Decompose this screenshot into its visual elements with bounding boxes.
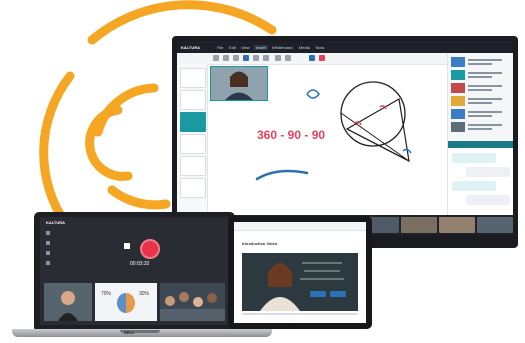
video-progress-bar[interactable] (242, 313, 358, 315)
slide-percent-right: 30% (139, 291, 150, 297)
slide-thumbnail[interactable] (180, 178, 206, 198)
participant-tile[interactable] (477, 217, 513, 233)
eraser-icon[interactable] (233, 55, 239, 61)
shape-icon[interactable] (243, 55, 249, 61)
record-button[interactable] (140, 239, 160, 259)
slide-thumbnail[interactable] (180, 156, 206, 176)
stop-icon[interactable] (124, 243, 130, 249)
whiteboard-equation: 360 - 90 - 90 (257, 128, 326, 142)
chat-header (448, 141, 513, 148)
tablet-video-title: Introduction Video (242, 241, 278, 246)
select-icon[interactable] (263, 55, 269, 61)
undo-icon[interactable] (275, 55, 281, 61)
color-blue-icon[interactable] (309, 55, 315, 61)
laptop-sidebar (46, 231, 50, 291)
redo-icon[interactable] (285, 55, 291, 61)
webcam-panel[interactable] (44, 283, 92, 321)
menu-whiteboard[interactable]: Whiteboard (272, 45, 292, 50)
slides-panel-laptop[interactable]: 70% 30% (95, 283, 157, 321)
slide-thumbnail[interactable] (180, 68, 206, 88)
chat-message (466, 167, 510, 177)
menu-insert[interactable]: Insert (254, 45, 269, 50)
list-item[interactable] (451, 96, 511, 107)
audience-panel[interactable] (160, 283, 225, 321)
pen-icon[interactable] (213, 55, 219, 61)
chat-message (452, 181, 496, 191)
lecture-video (242, 253, 358, 311)
slide-percent-left: 70% (101, 291, 112, 297)
laptop-brand: DELL (124, 330, 135, 335)
menu-media[interactable]: Media (299, 45, 310, 50)
record-timer: 00:03:32 (130, 261, 150, 267)
chat-panel (447, 141, 513, 221)
menu-file[interactable]: File (217, 45, 223, 50)
highlighter-icon[interactable] (223, 55, 229, 61)
menu-edit[interactable]: Edit (229, 45, 236, 50)
video-player[interactable] (242, 253, 358, 311)
list-item[interactable] (451, 109, 511, 120)
list-item[interactable] (451, 83, 511, 94)
tablet-header (234, 222, 366, 231)
tablet-sidebar (234, 231, 238, 323)
audience-photo (160, 283, 225, 321)
presenter-avatar (44, 283, 92, 321)
app-name: KALTURA (181, 45, 201, 50)
list-item[interactable] (451, 57, 511, 68)
participant-tile[interactable] (439, 217, 475, 233)
tablet-screen: Introduction Video (234, 222, 366, 323)
menu-view[interactable]: View (241, 45, 250, 50)
menu-tools[interactable]: Tools (315, 45, 324, 50)
color-red-icon[interactable] (319, 55, 325, 61)
slides-panel (177, 64, 208, 214)
laptop-app-name: KALTURA (46, 220, 66, 225)
laptop-screen: KALTURA 00:03:32 70% 30% (40, 217, 229, 325)
slide-thumbnail-active[interactable] (180, 112, 206, 132)
slide-thumbnail[interactable] (180, 90, 206, 110)
app-topbar: KALTURA File Edit View Insert Whiteboard… (177, 41, 513, 53)
chat-message (452, 153, 496, 163)
monitor-screen: KALTURA File Edit View Insert Whiteboard… (177, 41, 513, 235)
participant-tile[interactable] (401, 217, 437, 233)
list-item[interactable] (451, 122, 511, 133)
text-icon[interactable] (253, 55, 259, 61)
list-item[interactable] (451, 70, 511, 81)
slide-thumbnail[interactable] (180, 134, 206, 154)
brain-graphic (117, 293, 135, 313)
chat-message (466, 195, 510, 205)
